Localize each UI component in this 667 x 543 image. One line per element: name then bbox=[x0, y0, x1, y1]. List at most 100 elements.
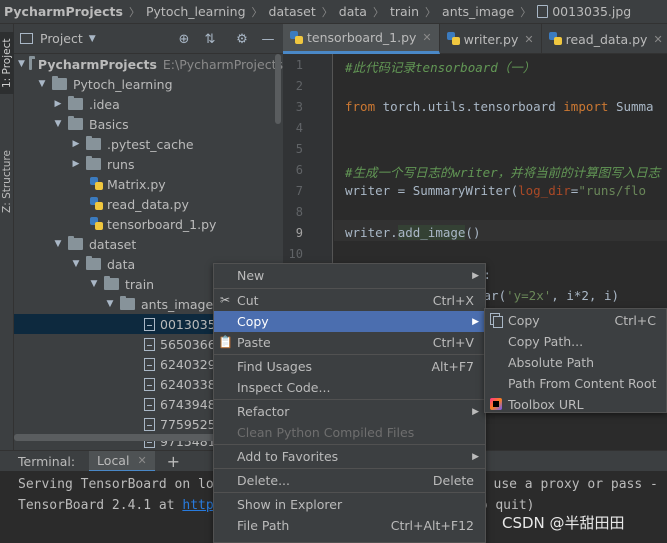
chevron-down-icon[interactable]: ▼ bbox=[36, 79, 48, 89]
submenu-item-toolbox-url[interactable]: Toolbox URL bbox=[485, 394, 667, 415]
menu-item-label: File Path bbox=[237, 518, 290, 533]
tree-item[interactable]: ▼ Pytoch_learning bbox=[14, 74, 283, 94]
menu-item-file-path[interactable]: File Path Ctrl+Alt+F12 bbox=[214, 515, 485, 536]
chevron-right-icon[interactable]: ▶ bbox=[70, 139, 82, 149]
chevron-down-icon[interactable]: ▼ bbox=[52, 119, 64, 129]
close-icon[interactable]: ✕ bbox=[422, 31, 431, 44]
tree-item[interactable]: ▶ runs bbox=[14, 154, 283, 174]
close-icon[interactable]: ✕ bbox=[137, 454, 146, 467]
line-number: 4 bbox=[295, 121, 303, 135]
submenu-item-absolute-path[interactable]: Absolute Path bbox=[485, 352, 667, 373]
tab-writer[interactable]: writer.py ✕ bbox=[440, 24, 542, 54]
gear-icon[interactable]: ⚙ bbox=[234, 32, 250, 48]
breadcrumb-item[interactable]: ants_image bbox=[442, 4, 514, 19]
project-view-selector[interactable]: Project bbox=[40, 31, 83, 46]
folder-icon bbox=[52, 76, 67, 90]
code-line[interactable]: #此代码记录tensorboard（一） bbox=[345, 57, 535, 76]
code-keyword: import bbox=[563, 99, 609, 114]
menu-item-label: Paste bbox=[237, 335, 271, 350]
chevron-down-icon[interactable]: ▼ bbox=[70, 259, 82, 269]
menu-shortcut: Ctrl+Alt+F12 bbox=[390, 518, 474, 533]
copy-icon bbox=[489, 313, 503, 328]
tree-item[interactable]: ▼ dataset bbox=[14, 234, 283, 254]
breadcrumb-item[interactable]: data bbox=[339, 4, 367, 19]
menu-item-inspect-code[interactable]: Inspect Code... bbox=[214, 377, 485, 398]
submenu-item-copy-path[interactable]: Copy Path... bbox=[485, 331, 667, 352]
submenu-item-copy[interactable]: Copy Ctrl+C bbox=[485, 310, 667, 331]
menu-item-show-in-explorer[interactable]: Show in Explorer bbox=[214, 494, 485, 515]
menu-item-label: Add to Favorites bbox=[237, 449, 339, 464]
menu-item-add-to-favorites[interactable]: Add to Favorites ▶ bbox=[214, 446, 485, 467]
terminal-text: use a proxy or pass - bbox=[485, 477, 658, 492]
code-function: add_image bbox=[397, 225, 466, 240]
menu-item-label: New bbox=[237, 268, 265, 283]
menu-item-copy[interactable]: Copy ▶ bbox=[214, 311, 485, 332]
terminal-text: o quit) bbox=[479, 498, 535, 513]
menu-item-cut[interactable]: ✂ Cut Ctrl+X bbox=[214, 290, 485, 311]
tree-item[interactable]: ▶ .pytest_cache bbox=[14, 134, 283, 154]
collapse-all-icon[interactable]: ⇅ bbox=[202, 32, 218, 48]
tab-label: tensorboard_1.py bbox=[307, 30, 417, 45]
menu-separator bbox=[214, 468, 485, 469]
tree-item[interactable]: ▼ Basics bbox=[14, 114, 283, 134]
menu-item-refactor[interactable]: Refactor ▶ bbox=[214, 401, 485, 422]
project-toolbar: Project ▼ ⊕ ⇅ ⚙ — bbox=[14, 24, 283, 54]
clipboard-icon: 📋 bbox=[218, 335, 233, 349]
menu-separator bbox=[214, 399, 485, 400]
chevron-down-icon[interactable]: ▼ bbox=[52, 239, 64, 249]
tab-read-data[interactable]: read_data.py ✕ bbox=[542, 24, 667, 54]
chevron-down-icon[interactable]: ▼ bbox=[18, 59, 25, 69]
hide-icon[interactable]: — bbox=[260, 32, 276, 48]
tree-item[interactable]: read_data.py bbox=[14, 194, 283, 214]
line-number: 5 bbox=[295, 142, 303, 156]
python-file-icon bbox=[290, 30, 304, 45]
menu-item-find-usages[interactable]: Find Usages Alt+F7 bbox=[214, 356, 485, 377]
close-icon[interactable]: ✕ bbox=[653, 33, 662, 46]
tool-tab-structure[interactable]: Z: Structure bbox=[0, 144, 14, 220]
terminal-link[interactable]: http bbox=[182, 498, 213, 513]
breadcrumb-item[interactable]: train bbox=[390, 4, 419, 19]
image-file-icon bbox=[144, 417, 155, 431]
terminal-label: Terminal: bbox=[18, 453, 76, 469]
folder-icon bbox=[68, 236, 83, 250]
breadcrumb-item[interactable]: PycharmProjects bbox=[4, 4, 123, 19]
chevron-right-icon[interactable]: ▶ bbox=[52, 99, 64, 109]
menu-item-paste[interactable]: 📋 Paste Ctrl+V bbox=[214, 332, 485, 353]
code-line[interactable]: #生成一个写日志的writer，并将当前的计算图写入日志 bbox=[345, 162, 660, 181]
chevron-down-icon[interactable]: ▼ bbox=[104, 299, 116, 309]
tree-item[interactable]: tensorboard_1.py bbox=[14, 214, 283, 234]
tree-item[interactable]: ▼ PycharmProjects E:\PycharmProjects bbox=[14, 54, 283, 74]
code-line[interactable]: lar('y=2x', i*2, i) bbox=[476, 288, 619, 303]
folder-icon bbox=[120, 296, 135, 310]
chevron-right-icon[interactable]: ▶ bbox=[70, 159, 82, 169]
image-file-icon bbox=[144, 357, 155, 371]
chevron-right-icon: 〉 bbox=[425, 5, 437, 19]
breadcrumb-item[interactable]: 0013035.jpg bbox=[552, 4, 631, 19]
code-line[interactable]: from torch.utils.tensorboard import Summ… bbox=[345, 99, 654, 114]
plus-icon[interactable]: + bbox=[167, 452, 180, 471]
menu-item-new[interactable]: New ▶ bbox=[214, 265, 485, 286]
tree-item[interactable]: Matrix.py bbox=[14, 174, 283, 194]
breadcrumb-item[interactable]: dataset bbox=[269, 4, 316, 19]
close-icon[interactable]: ✕ bbox=[524, 33, 533, 46]
menu-item-label: Path From Content Root bbox=[508, 376, 657, 391]
menu-separator bbox=[214, 492, 485, 493]
tab-tensorboard-1[interactable]: tensorboard_1.py ✕ bbox=[283, 24, 440, 54]
code-text: , i*2, i) bbox=[551, 288, 619, 303]
line-number: 3 bbox=[295, 100, 303, 114]
code-line[interactable]: writer.add_image() bbox=[345, 225, 480, 240]
menu-item-delete[interactable]: Delete... Delete bbox=[214, 470, 485, 491]
chevron-down-icon[interactable]: ▼ bbox=[88, 279, 100, 289]
terminal-tab-local[interactable]: Local ✕ bbox=[89, 450, 155, 472]
submenu-item-path-from-content-root[interactable]: Path From Content Root bbox=[485, 373, 667, 394]
tool-tab-project[interactable]: 1: Project bbox=[0, 32, 14, 94]
locate-icon[interactable]: ⊕ bbox=[176, 32, 192, 48]
chevron-down-icon[interactable]: ▼ bbox=[89, 34, 96, 44]
watermark: CSDN @半甜田田 bbox=[502, 514, 625, 532]
menu-item-label: Copy Path... bbox=[508, 334, 584, 349]
code-line[interactable]: writer = SummaryWriter(log_dir="runs/flo bbox=[345, 183, 646, 198]
scroll-thumb[interactable] bbox=[275, 54, 281, 124]
breadcrumb-item[interactable]: Pytoch_learning bbox=[146, 4, 246, 19]
chevron-right-icon: 〉 bbox=[321, 5, 333, 19]
tree-item[interactable]: ▶ .idea bbox=[14, 94, 283, 114]
